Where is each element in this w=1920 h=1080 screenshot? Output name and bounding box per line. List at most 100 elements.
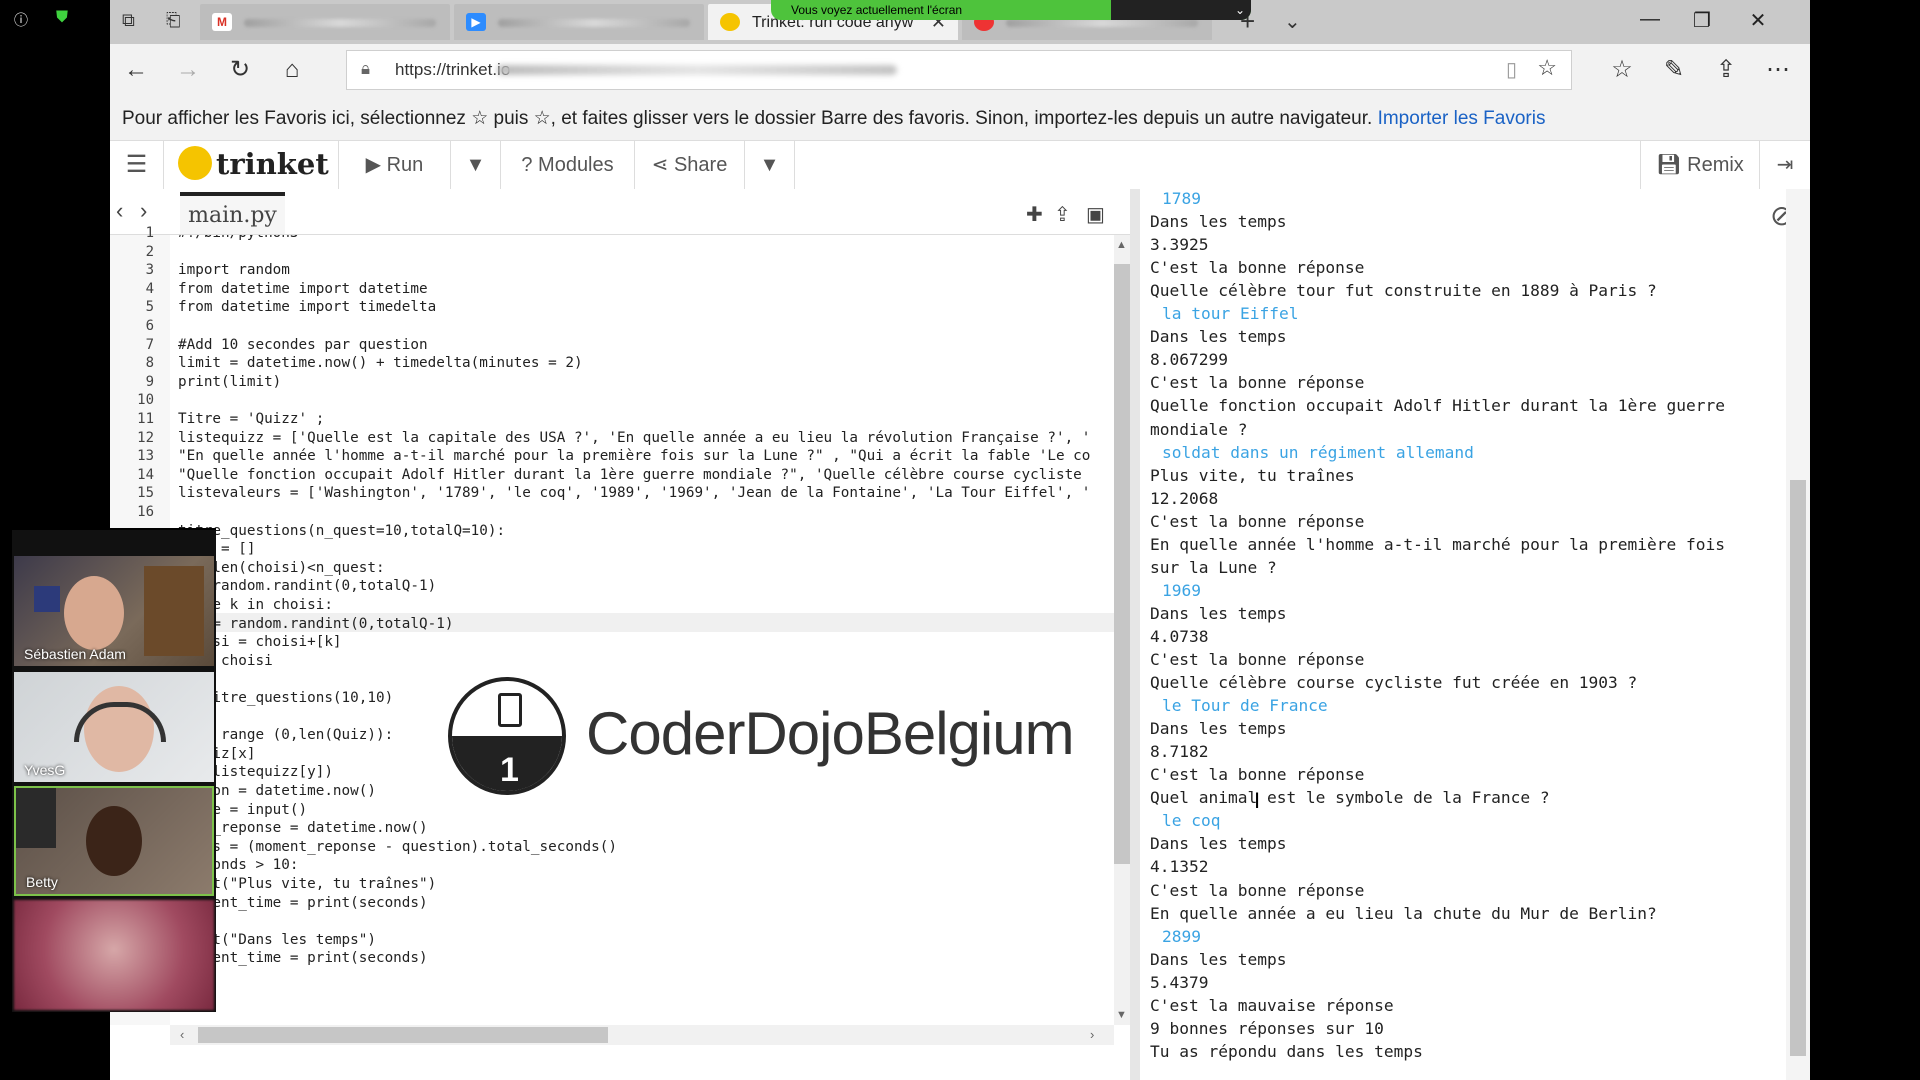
share-options-dropdown[interactable]: ▼	[745, 141, 795, 189]
code-line[interactable]: import random	[178, 262, 290, 278]
import-favorites-link[interactable]: Importer les Favoris	[1378, 108, 1546, 129]
code-line[interactable]: print("Plus vite, tu traînes")	[178, 876, 436, 892]
url-input[interactable]: 🔒︎ https://trinket.io ▯ ☆	[346, 50, 1572, 90]
console-input-line: 2899	[1162, 926, 1201, 946]
console-output-line: 3.3925	[1150, 235, 1209, 255]
tab-preview-icon[interactable]: ⎗	[166, 10, 180, 31]
address-bar: ← → ↻ ⌂ 🔒︎ https://trinket.io ▯ ☆ ☆ ✎ ⇪ …	[110, 44, 1810, 96]
star-icon[interactable]: ☆	[1537, 55, 1557, 81]
console-output-line: Dans les temps	[1150, 603, 1287, 623]
participant-name: YvesG	[24, 762, 66, 778]
console-output-line: sur la Lune ?	[1150, 557, 1277, 577]
scroll-up-icon[interactable]: ▲	[1116, 239, 1127, 251]
code-line[interactable]: "Quelle fonction occupait Adolf Hitler d…	[178, 467, 1082, 483]
blurred-url	[497, 65, 897, 75]
tab-zoom[interactable]: ▶	[454, 4, 704, 40]
share-button[interactable]: ⋖ Share	[635, 141, 745, 189]
console-output-line: C'est la bonne réponse	[1150, 258, 1365, 278]
more-icon[interactable]: ⋯	[1760, 54, 1796, 86]
info-icon[interactable]: ⓘ	[14, 10, 28, 30]
code-line[interactable]: print(limit)	[178, 374, 281, 390]
reading-view-icon[interactable]: ▯	[1506, 57, 1517, 82]
participant-tile-active-speaker[interactable]: Betty	[14, 786, 214, 896]
caret-down-icon: ▼	[759, 154, 780, 176]
image-icon[interactable]: ▣	[1086, 202, 1105, 227]
code-line[interactable]: from datetime import timedelta	[178, 299, 436, 315]
console-output-line: 4.1352	[1150, 857, 1209, 877]
code-content[interactable]: #!/bin/python3 import random from datetime…	[178, 235, 1114, 1025]
code-line[interactable]: titre_questions(n_quest=10,totalQ=10):	[178, 523, 505, 539]
favorites-icon[interactable]: ☆	[1604, 54, 1640, 86]
console-output-line: 4.0738	[1150, 626, 1209, 646]
play-icon: ▶	[365, 154, 387, 176]
code-line[interactable]: from datetime import datetime	[178, 281, 428, 297]
participant-tile[interactable]: YvesG	[14, 672, 214, 782]
code-line[interactable]: listevaleurs = ['Washington', '1789', 'l…	[178, 485, 1090, 501]
minimize-icon[interactable]: —	[1630, 8, 1670, 31]
upload-icon[interactable]: ⇪	[1054, 202, 1071, 227]
participant-name: Betty	[26, 874, 58, 890]
console-input-line: le Tour de France	[1162, 696, 1328, 716]
participant-tile[interactable]: Sébastien Adam	[14, 556, 214, 666]
share-icon[interactable]: ⇪	[1708, 54, 1744, 86]
blurred-tab-title	[1006, 19, 1198, 27]
file-tab-main[interactable]: main.py	[180, 192, 285, 234]
pen-icon[interactable]: ✎	[1656, 54, 1692, 86]
code-line[interactable]: #!/bin/python3	[178, 235, 299, 241]
code-line[interactable]: conds = (moment_reponse - question).tota…	[178, 839, 617, 855]
tabs-aside-icon[interactable]: ⧉	[122, 10, 135, 31]
text-cursor-icon: I	[1254, 788, 1261, 813]
lock-icon: 🔒︎	[361, 59, 371, 78]
caret-down-icon: ▼	[465, 154, 486, 176]
line-number: 11	[137, 411, 154, 427]
scroll-down-icon[interactable]: ▼	[1116, 1009, 1127, 1021]
chevron-down-icon[interactable]: ⌄	[1235, 3, 1245, 17]
code-line[interactable]: k = random.randint(0,totalQ-1)	[178, 616, 453, 632]
trinket-favicon	[720, 13, 740, 31]
code-line[interactable]: k = random.randint(0,totalQ-1)	[178, 578, 436, 594]
line-number: 10	[137, 392, 154, 409]
line-number: 6	[145, 318, 154, 334]
close-window-icon[interactable]: ✕	[1738, 8, 1778, 33]
chevron-right-icon[interactable]: ›	[140, 198, 147, 224]
home-icon[interactable]: ⌂	[274, 54, 310, 86]
share-options[interactable]: ⌄	[1111, 0, 1251, 20]
console-output-line: Plus vite, tu traînes	[1150, 465, 1355, 485]
code-line[interactable]: listequizz = ['Quelle est la capitale de…	[178, 430, 1090, 446]
question-icon: ?	[521, 154, 539, 176]
run-options-dropdown[interactable]: ▼	[451, 141, 501, 189]
participant-tile[interactable]	[14, 900, 214, 1010]
editor-horizontal-scroll-thumb[interactable]	[198, 1027, 608, 1043]
pane-divider[interactable]	[1130, 189, 1140, 1080]
console-scroll-thumb[interactable]	[1790, 480, 1806, 1056]
tab-gmail[interactable]: M	[200, 4, 450, 40]
shield-icon[interactable]: ⛊	[56, 9, 68, 27]
scroll-left-icon[interactable]: ‹	[180, 1027, 184, 1042]
trinket-toolbar: ☰ trinket ▶ Run ▼ ? Modules ⋖ Share ▼ 💾︎…	[110, 140, 1810, 190]
code-line[interactable]: #Add 10 secondes par question	[178, 337, 428, 353]
refresh-icon[interactable]: ↻	[222, 54, 258, 86]
code-line[interactable]: Titre = 'Quizz' ;	[178, 411, 324, 427]
favorites-hint: Pour afficher les Favoris ici, sélection…	[122, 108, 1373, 129]
login-icon[interactable]: ⇥	[1760, 141, 1810, 189]
console-output-line: En quelle année a eu lieu la chute du Mu…	[1150, 903, 1657, 923]
menu-icon[interactable]: ☰	[110, 141, 164, 189]
trinket-logo[interactable]: trinket	[178, 146, 329, 183]
add-file-icon[interactable]: ✚	[1026, 202, 1043, 227]
code-line[interactable]: limit = datetime.now() + timedelta(minut…	[178, 355, 583, 371]
run-button[interactable]: ▶ Run	[339, 141, 451, 189]
code-line[interactable]: "En quelle année l'homme a-t-il marché p…	[178, 448, 1090, 464]
console-input-line: la tour Eiffel	[1162, 304, 1299, 324]
line-number: 1	[145, 225, 154, 241]
screen-share-banner[interactable]: Vous voyez actuellement l'écran ⌄	[771, 0, 1251, 20]
chevron-left-icon[interactable]: ‹	[116, 198, 123, 224]
remix-button[interactable]: 💾︎ Remix	[1640, 141, 1760, 189]
modules-button[interactable]: ? Modules	[501, 141, 635, 189]
restore-icon[interactable]: ❐	[1682, 8, 1722, 33]
scroll-right-icon[interactable]: ›	[1090, 1027, 1094, 1042]
editor-tab-bar: ‹ › main.py ✚ ⇪ ▣	[110, 189, 1130, 235]
forward-icon[interactable]: →	[170, 54, 206, 86]
console-output[interactable]: ⊘ 1789 Dans les temps 3.3925 C'est la bonne…	[1140, 189, 1810, 1080]
chevron-down-icon[interactable]: ⌄	[1284, 9, 1301, 34]
back-icon[interactable]: ←	[118, 54, 154, 86]
